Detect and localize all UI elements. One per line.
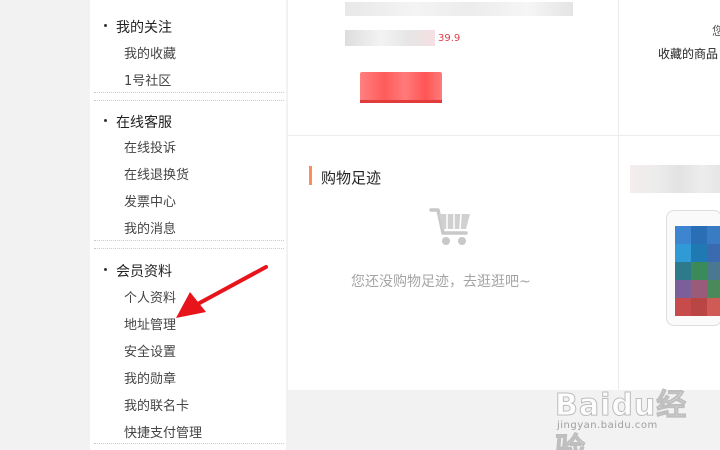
- divider: [618, 0, 619, 390]
- divider: [94, 92, 284, 93]
- main-panel: 39.9 您 收藏的商品 购物足迹 您还没购物足迹，去逛逛吧~: [288, 0, 720, 390]
- bullet-icon: [104, 118, 107, 122]
- watermark: Baidu经验 jingyan.baidu.com: [555, 380, 715, 450]
- divider: [94, 443, 284, 444]
- sidebar-item-returns[interactable]: 在线退换货: [124, 164, 189, 183]
- watermark-url: jingyan.baidu.com: [557, 420, 658, 431]
- watermark-brand: Baidu经验: [555, 388, 688, 450]
- annotation-arrow-icon: [176, 265, 268, 318]
- sidebar-item-security[interactable]: 安全设置: [124, 341, 176, 360]
- sidebar-item-quick-pay[interactable]: 快捷支付管理: [124, 422, 202, 441]
- divider: [619, 135, 720, 136]
- product-action-button[interactable]: [360, 72, 442, 103]
- sidebar-section-title: 在线客服: [104, 112, 172, 132]
- bullet-icon: [104, 267, 107, 271]
- divider: [94, 100, 284, 101]
- divider: [288, 135, 618, 136]
- sidebar-item-complaint[interactable]: 在线投诉: [124, 137, 176, 156]
- sidebar-section-service: 在线客服 在线投诉 在线退换货 发票中心 我的消息: [90, 102, 286, 244]
- recommend-title-blurred: [630, 165, 720, 193]
- divider: [94, 240, 284, 241]
- history-title: 购物足迹: [321, 169, 382, 187]
- product-price: 39.9: [438, 33, 461, 44]
- sidebar-item-community[interactable]: 1号社区: [124, 70, 171, 89]
- sidebar: 我的关注 我的收藏 1号社区 在线客服 在线投诉 在线退换货 发票中心 我的消息…: [90, 0, 286, 450]
- shopping-cart-icon: [429, 208, 470, 245]
- recommend-product-image[interactable]: [666, 210, 720, 326]
- section-accent-bar: [309, 166, 312, 185]
- sidebar-item-cobrand-card[interactable]: 我的联名卡: [124, 395, 189, 414]
- favorite-hint-fragment: 您: [712, 24, 720, 38]
- sidebar-section-title: 会员资料: [104, 261, 172, 281]
- sidebar-item-messages[interactable]: 我的消息: [124, 218, 176, 237]
- sidebar-section-title: 我的关注: [104, 17, 172, 37]
- sidebar-item-address[interactable]: 地址管理: [124, 314, 176, 333]
- sidebar-item-invoice[interactable]: 发票中心: [124, 191, 176, 210]
- favorite-hint: 收藏的商品: [658, 47, 719, 61]
- sidebar-item-profile[interactable]: 个人资料: [124, 287, 176, 306]
- history-empty-message: 您还没购物足迹，去逛逛吧~: [351, 274, 531, 290]
- product-name-blurred: [345, 2, 573, 16]
- divider: [94, 248, 284, 249]
- sidebar-item-badges[interactable]: 我的勋章: [124, 368, 176, 387]
- bullet-icon: [104, 23, 107, 27]
- phone-screen: [675, 226, 720, 316]
- product-info-blurred: [345, 30, 435, 46]
- sidebar-item-favorites[interactable]: 我的收藏: [124, 43, 176, 62]
- sidebar-section-follow: 我的关注 我的收藏 1号社区: [90, 0, 286, 92]
